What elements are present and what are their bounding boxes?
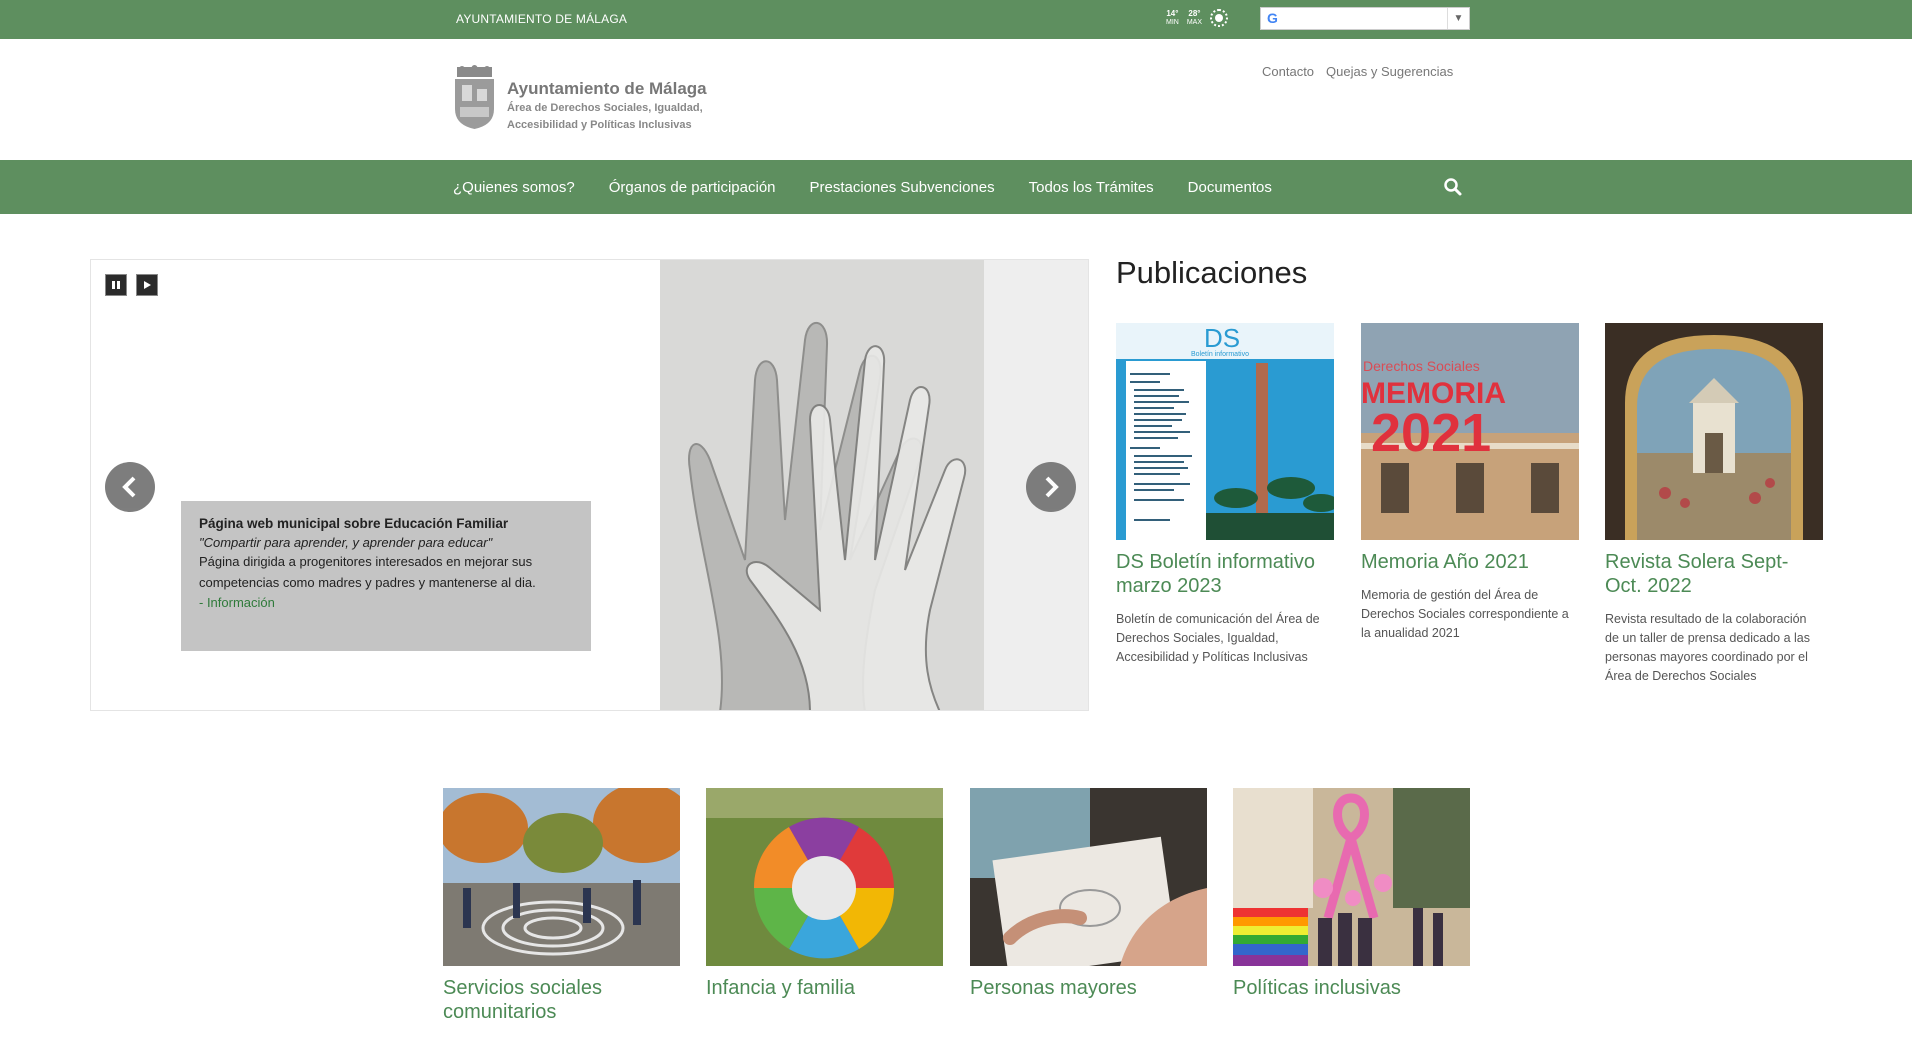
caption-text: Página dirigida a progenitores interesad… xyxy=(199,554,536,590)
logo-title: Ayuntamiento de Málaga xyxy=(507,79,707,98)
slide-caption: Página web municipal sobre Educación Fam… xyxy=(181,501,591,651)
publication-cover[interactable] xyxy=(1605,323,1823,540)
max-label: MAX xyxy=(1186,19,1203,26)
header-links: Contacto Quejas y Sugerencias xyxy=(1262,64,1453,79)
weather-min: 14° MIN xyxy=(1166,9,1179,27)
section-title-publicaciones: Publicaciones xyxy=(1116,255,1308,290)
complaints-link[interactable]: Quejas y Sugerencias xyxy=(1326,64,1453,79)
caption-title: Página web municipal sobre Educación Fam… xyxy=(199,516,509,531)
cover-subtitle-text: Boletín informativo xyxy=(1191,351,1249,358)
logo-text: Ayuntamiento de Málaga Área de Derechos … xyxy=(507,79,707,133)
min-label: MIN xyxy=(1166,19,1179,26)
weather-widget: 14° MIN 28° MAX xyxy=(1166,9,1229,27)
language-select[interactable]: G ▼ xyxy=(1260,7,1470,30)
main-nav: ¿Quienes somos? Órganos de participación… xyxy=(0,160,1912,214)
publication-title[interactable]: Memoria Año 2021 xyxy=(1361,550,1579,574)
publication-card[interactable]: Revista Solera Sept-Oct. 2022 Revista re… xyxy=(1605,323,1823,686)
min-temp: 14° xyxy=(1166,9,1179,18)
weather-max: 28° MAX xyxy=(1187,9,1202,27)
caption-quote: "Compartir para aprender, y aprender par… xyxy=(199,535,493,550)
max-temp: 28° xyxy=(1188,9,1201,18)
contact-link[interactable]: Contacto xyxy=(1262,64,1314,79)
logo-subtitle-1: Área de Derechos Sociales, Igualdad, xyxy=(507,102,703,114)
sun-icon xyxy=(1210,9,1229,27)
publication-title[interactable]: DS Boletín informativo marzo 2023 xyxy=(1116,550,1334,598)
nav-item-prestaciones[interactable]: Prestaciones Subvenciones xyxy=(810,179,995,196)
cover-title-text: DS xyxy=(1204,323,1240,353)
category-card-infancia[interactable]: Infancia y familia xyxy=(706,788,943,1000)
category-title[interactable]: Personas mayores xyxy=(970,976,1207,1000)
category-image[interactable] xyxy=(706,788,943,966)
publication-card[interactable]: DS Boletín informativo DS Boletín inform… xyxy=(1116,323,1334,667)
category-image[interactable] xyxy=(1233,788,1470,966)
top-bar-title[interactable]: AYUNTAMIENTO DE MÁLAGA xyxy=(456,12,627,26)
nav-item-tramites[interactable]: Todos los Trámites xyxy=(1029,179,1154,196)
publication-description: Memoria de gestión del Área de Derechos … xyxy=(1361,588,1569,640)
publication-description: Boletín de comunicación del Área de Dere… xyxy=(1116,612,1320,664)
category-title[interactable]: Servicios sociales comunitarios xyxy=(443,976,680,1024)
search-icon[interactable] xyxy=(1443,177,1463,197)
coat-of-arms-icon xyxy=(455,65,494,129)
cover-subtitle-text: Derechos Sociales xyxy=(1363,358,1480,374)
publication-description: Revista resultado de la colaboración de … xyxy=(1605,612,1811,683)
publication-title[interactable]: Revista Solera Sept-Oct. 2022 xyxy=(1605,550,1823,598)
play-icon[interactable] xyxy=(136,274,158,296)
google-icon: G xyxy=(1267,10,1278,26)
chevron-right-icon[interactable] xyxy=(1026,462,1076,512)
category-title[interactable]: Infancia y familia xyxy=(706,976,943,1000)
category-image[interactable] xyxy=(970,788,1207,966)
nav-item-quienes-somos[interactable]: ¿Quienes somos? xyxy=(453,179,575,196)
nav-item-documentos[interactable]: Documentos xyxy=(1188,179,1272,196)
category-card-personas-mayores[interactable]: Personas mayores xyxy=(970,788,1207,1000)
category-card-servicios-sociales[interactable]: Servicios sociales comunitarios xyxy=(443,788,680,1024)
pause-icon[interactable] xyxy=(105,274,127,296)
category-card-politicas-inclusivas[interactable]: Políticas inclusivas xyxy=(1233,788,1470,1000)
category-title[interactable]: Políticas inclusivas xyxy=(1233,976,1470,1000)
cover-year-text: 2021 xyxy=(1371,403,1491,463)
category-image[interactable] xyxy=(443,788,680,966)
publication-cover[interactable]: Derechos Sociales MEMORIA 2021 xyxy=(1361,323,1579,540)
nav-item-organos[interactable]: Órganos de participación xyxy=(609,179,776,196)
chevron-down-icon[interactable]: ▼ xyxy=(1447,8,1469,29)
site-logo[interactable]: Ayuntamiento de Málaga Área de Derechos … xyxy=(452,65,707,133)
chevron-left-icon[interactable] xyxy=(105,462,155,512)
slide-image-hands xyxy=(660,260,984,710)
hero-slider: Página web municipal sobre Educación Fam… xyxy=(90,259,1089,711)
publication-card[interactable]: Derechos Sociales MEMORIA 2021 Memoria A… xyxy=(1361,323,1579,643)
logo-subtitle-2: Accesibilidad y Políticas Inclusivas xyxy=(507,119,692,131)
publication-cover[interactable]: DS Boletín informativo xyxy=(1116,323,1334,540)
top-bar: AYUNTAMIENTO DE MÁLAGA 14° MIN 28° MAX G… xyxy=(0,0,1912,39)
caption-link[interactable]: - Información xyxy=(199,595,573,610)
